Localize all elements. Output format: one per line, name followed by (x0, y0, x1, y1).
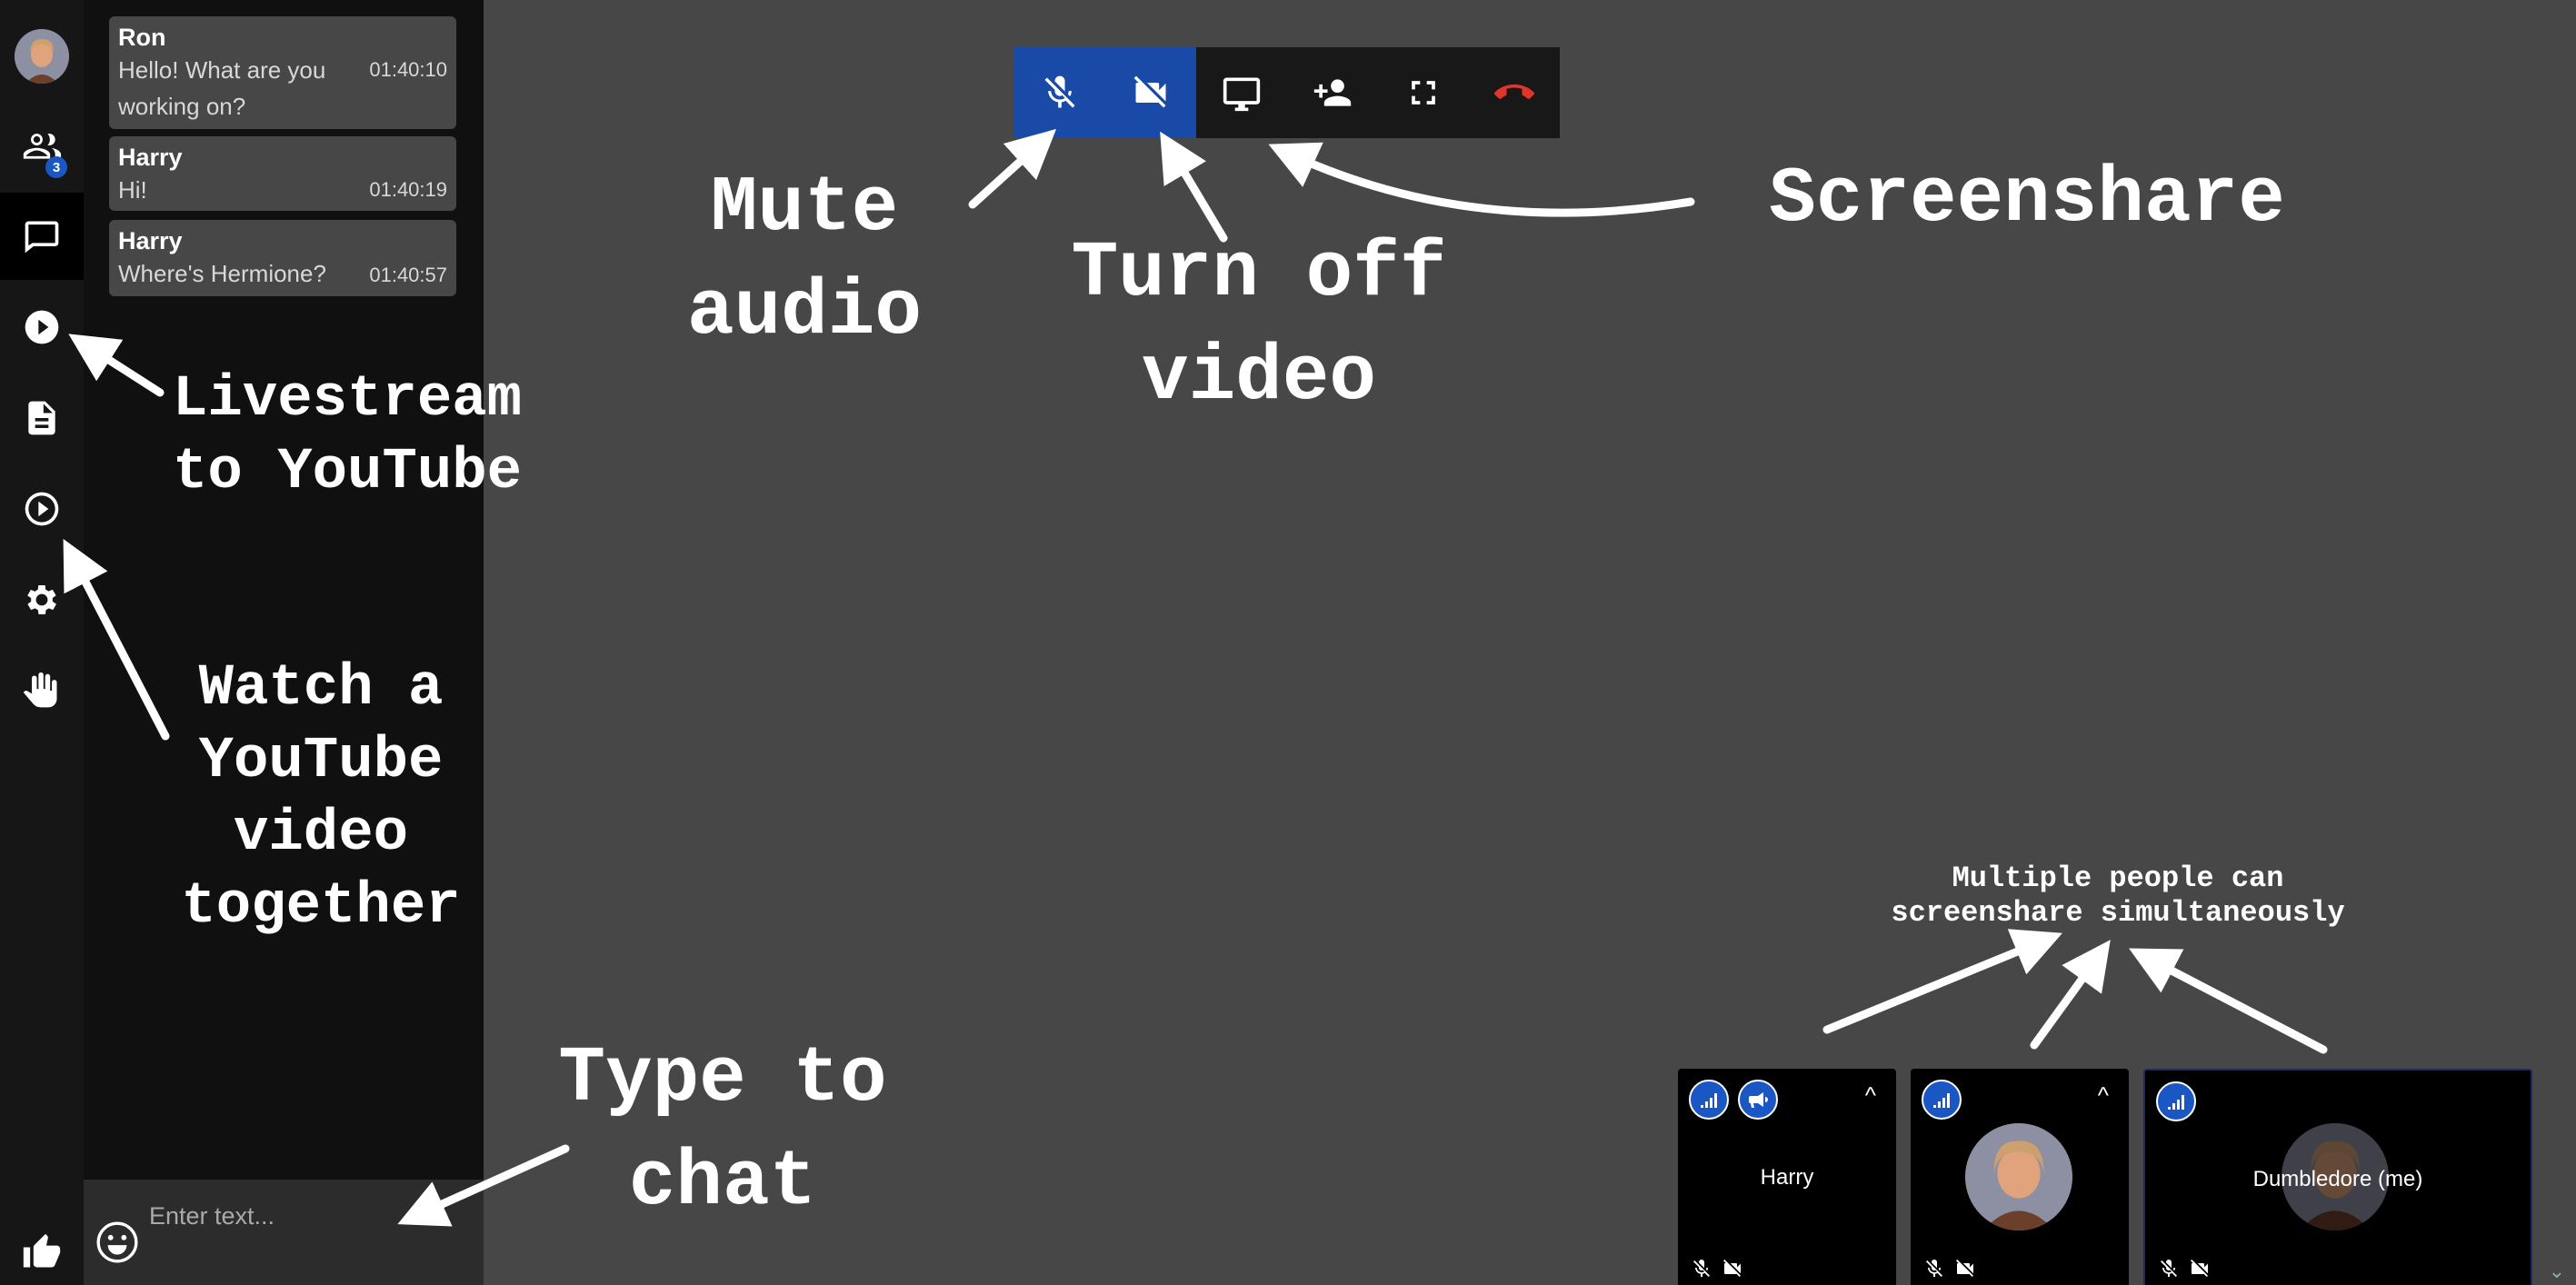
chevron-down-icon[interactable]: ⌄ (2549, 1260, 2565, 1283)
raise-hand-button[interactable] (0, 647, 84, 734)
youtube-share-icon (25, 492, 59, 526)
invite-button[interactable] (1287, 47, 1378, 138)
message-sender: Harry (118, 227, 183, 254)
fullscreen-icon (1412, 81, 1435, 105)
call-toolbar (1014, 47, 1560, 138)
hangup-button[interactable] (1469, 47, 1560, 138)
message-sender: Harry (118, 144, 183, 171)
self-participant-tile[interactable]: Dumbledore (me) (2143, 1069, 2532, 1285)
message-time: 01:40:10 (369, 58, 447, 81)
connection-indicator[interactable] (1689, 1080, 1729, 1120)
chat-message: Harry Hi! 01:40:19 (109, 136, 456, 211)
mic-off-icon (1926, 1260, 1942, 1277)
message-time: 01:40:57 (369, 264, 447, 286)
participant-tile[interactable]: ^ (1911, 1069, 2129, 1285)
participants-count-badge: 3 (45, 156, 67, 178)
connection-indicator[interactable] (1922, 1080, 1962, 1120)
tile-status-icons (1923, 1258, 1976, 1280)
annotation-mute-audio: Mute audio (686, 164, 923, 356)
chat-input[interactable] (149, 1196, 458, 1236)
livestream-button[interactable] (0, 284, 84, 371)
annotation-watch-youtube: Watch a YouTube video together (181, 656, 461, 940)
annotation-type-to-chat: Type to chat (558, 1034, 887, 1227)
add-person-icon (1313, 79, 1352, 106)
annotation-multiple-screenshare: Multiple people can screenshare simultan… (1891, 862, 2345, 930)
participant-name: Dumbledore (me) (2252, 1167, 2423, 1191)
chevron-up-icon[interactable]: ^ (2098, 1081, 2109, 1110)
signal-bars-icon (1933, 1093, 1950, 1108)
participant-name: Harry (1760, 1165, 1814, 1190)
monitor-icon (1223, 77, 1261, 112)
mic-off-icon (1044, 75, 1075, 108)
message-text: Where's Hermione? (118, 260, 326, 287)
thumbs-up-icon (23, 1233, 61, 1268)
gear-icon (27, 585, 56, 614)
livestream-icon (25, 310, 59, 344)
chat-panel: Ron Hello! What are you working on? 01:4… (84, 0, 484, 1285)
video-off-icon (1133, 75, 1166, 108)
mic-off-icon (1693, 1260, 1710, 1277)
chat-icon (25, 221, 59, 254)
sidebar-rail: 3 (0, 0, 84, 1285)
fullscreen-button[interactable] (1378, 47, 1469, 138)
video-off-icon (2191, 1260, 2208, 1277)
tile-status-icons (1691, 1258, 1743, 1280)
chevron-up-icon[interactable]: ^ (1865, 1081, 1876, 1110)
megaphone-icon (1749, 1092, 1768, 1108)
tile-status-icons (2158, 1258, 2211, 1280)
message-time: 01:40:19 (369, 178, 447, 201)
settings-button[interactable] (0, 556, 84, 643)
message-sender: Ron (118, 24, 166, 51)
video-off-icon (1723, 1260, 1741, 1277)
annotation-livestream: Livestream to YouTube (173, 367, 523, 505)
connection-indicator[interactable] (2156, 1081, 2196, 1121)
screenshare-button[interactable] (1196, 47, 1287, 138)
chat-message: Harry Where's Hermione? 01:40:57 (109, 220, 456, 296)
document-button[interactable] (0, 374, 84, 462)
user-avatar-button[interactable] (0, 13, 84, 100)
participant-tile[interactable]: ^ Harry (1678, 1069, 1896, 1285)
chat-button[interactable] (0, 193, 84, 280)
dominant-speaker-indicator (1738, 1080, 1778, 1120)
signal-bars-icon (2168, 1095, 2184, 1110)
phone-hangup-icon (1494, 84, 1534, 99)
chat-message: Ron Hello! What are you working on? 01:4… (109, 16, 456, 129)
raise-hand-icon (23, 672, 57, 708)
annotation-turn-off-video: Turn off video (1071, 229, 1447, 422)
message-text: Hello! What are you working on? (118, 56, 326, 120)
turn-off-video-button[interactable] (1105, 47, 1196, 138)
video-off-icon (1956, 1260, 1973, 1277)
document-icon (28, 401, 55, 435)
avatar (15, 29, 69, 84)
mute-audio-button[interactable] (1014, 47, 1105, 138)
annotation-screenshare: Screenshare (1769, 154, 2285, 244)
participants-button[interactable]: 3 (0, 102, 84, 189)
participant-avatar (1965, 1123, 2072, 1230)
signal-bars-icon (1701, 1093, 1717, 1108)
mic-off-icon (2161, 1260, 2177, 1277)
emoji-icon[interactable] (95, 1220, 140, 1265)
message-text: Hi! (118, 176, 147, 204)
chat-input-area (84, 1180, 484, 1285)
youtube-share-button[interactable] (0, 465, 84, 553)
thumbs-up-button[interactable] (0, 1220, 84, 1285)
